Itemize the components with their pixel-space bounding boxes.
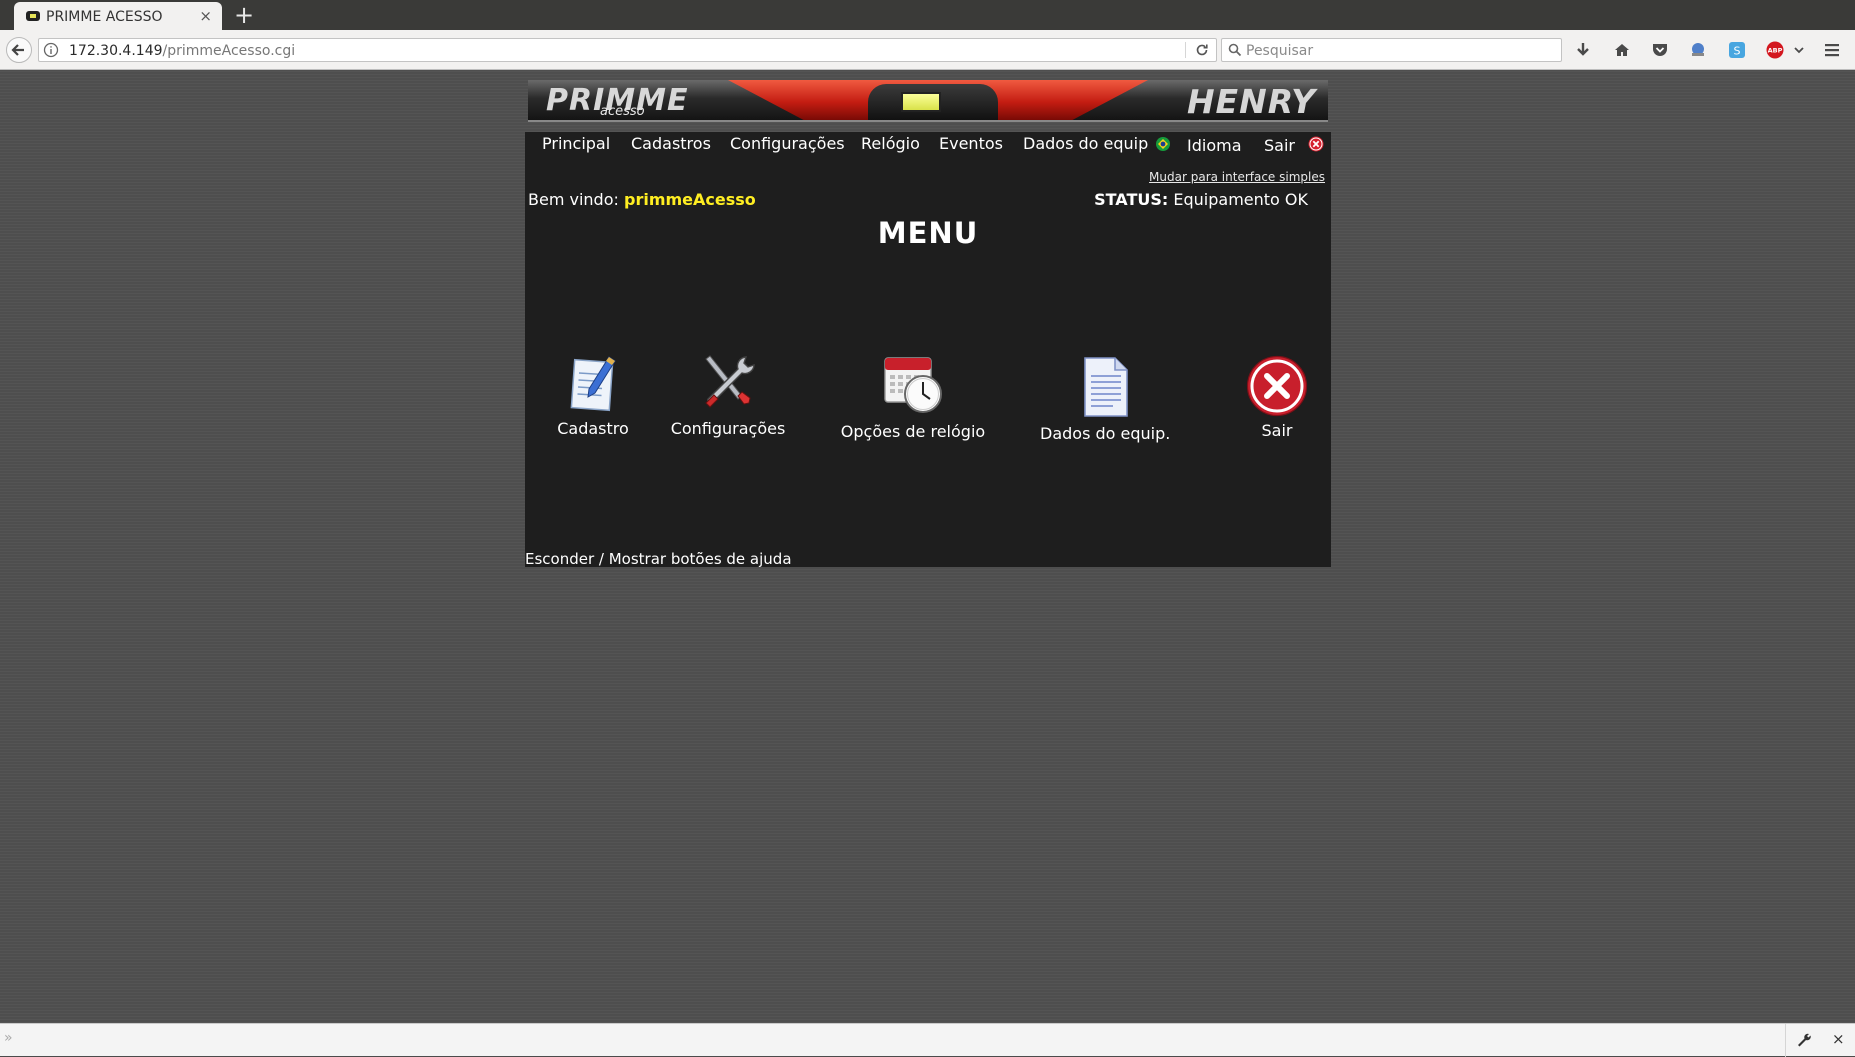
acesso-logo-subtitle: acesso: [600, 104, 645, 119]
search-bar[interactable]: Pesquisar: [1221, 38, 1562, 62]
help-toggle-link[interactable]: Esconder / Mostrar botões de ajuda: [525, 550, 792, 568]
main-panel: Principal Cadastros Configurações Relógi…: [525, 132, 1331, 568]
double-chevron-icon[interactable]: »: [4, 1030, 13, 1046]
pocket-icon[interactable]: [1650, 40, 1670, 60]
menu-configuracoes[interactable]: Configurações: [658, 353, 798, 438]
chevron-down-icon[interactable]: [1789, 40, 1809, 60]
tab-close-icon[interactable]: ×: [199, 7, 212, 25]
search-icon: [1228, 43, 1242, 57]
simple-interface-link[interactable]: Mudar para interface simples: [1149, 170, 1325, 184]
extension-icon[interactable]: [1688, 40, 1708, 60]
calendar-clock-icon: [884, 357, 942, 413]
hamburger-menu-icon[interactable]: [1822, 40, 1842, 60]
back-button[interactable]: [6, 37, 32, 63]
menu-dados-equip-label: Dados do equip.: [1040, 424, 1171, 443]
browser-tab-bar: PRIMME ACESSO × +: [0, 0, 1855, 30]
site-favicon-icon: [26, 11, 40, 21]
nav-relogio[interactable]: Relógio: [861, 134, 920, 153]
device-screen: [901, 92, 941, 112]
welcome-message: Bem vindo: primmeAcesso: [528, 190, 756, 209]
url-text: 172.30.4.149/primmeAcesso.cgi: [69, 43, 295, 59]
url-host: 172.30.4.149: [69, 43, 163, 59]
welcome-label: Bem vindo:: [528, 190, 619, 209]
brazil-flag-icon[interactable]: [1155, 136, 1171, 152]
skype-icon[interactable]: S: [1727, 40, 1747, 60]
menu-cadastro[interactable]: Cadastro: [538, 353, 648, 438]
status-indicator: STATUS: Equipamento OK: [1094, 190, 1308, 209]
nav-dados-do-equip[interactable]: Dados do equip: [1023, 134, 1148, 153]
wrench-icon[interactable]: [1796, 1032, 1812, 1048]
back-arrow-icon: [11, 44, 24, 56]
status-value: Equipamento OK: [1173, 190, 1308, 209]
menu-sair[interactable]: Sair: [1237, 355, 1317, 440]
tab-title: PRIMME ACESSO: [46, 9, 163, 25]
download-icon[interactable]: [1573, 40, 1593, 60]
document-icon: [1084, 357, 1128, 417]
new-tab-button[interactable]: +: [234, 1, 254, 29]
addon-bar-separator: [1785, 1024, 1786, 1057]
menu-configuracoes-label: Configurações: [670, 419, 786, 438]
nav-cadastros[interactable]: Cadastros: [631, 134, 711, 153]
menu-dados-equip[interactable]: Dados do equip.: [1040, 356, 1170, 443]
nav-principal[interactable]: Principal: [542, 134, 610, 153]
menu-sair-label: Sair: [1261, 421, 1293, 440]
header-banner: PRIMME acesso HENRY: [528, 80, 1328, 122]
menu-opcoes-relogio-label: Opções de relógio: [840, 422, 986, 441]
menu-opcoes-relogio[interactable]: Opções de relógio: [838, 350, 988, 441]
page-title: MENU: [877, 216, 979, 250]
nav-sair[interactable]: Sair: [1264, 136, 1295, 155]
addon-bar: » ×: [0, 1023, 1855, 1057]
browser-tab[interactable]: PRIMME ACESSO ×: [14, 2, 222, 30]
welcome-user: primmeAcesso: [623, 190, 756, 209]
henry-logo: HENRY: [1186, 82, 1316, 121]
addon-bar-close-icon[interactable]: ×: [1832, 1030, 1845, 1048]
status-label: STATUS:: [1094, 190, 1169, 209]
home-icon[interactable]: [1612, 40, 1632, 60]
nav-eventos[interactable]: Eventos: [939, 134, 1003, 153]
edit-document-icon: [570, 356, 616, 412]
nav-configuracoes[interactable]: Configurações: [730, 134, 845, 153]
info-icon[interactable]: [43, 42, 59, 58]
reload-icon[interactable]: [1194, 42, 1210, 58]
tools-icon: [705, 355, 755, 408]
exit-icon: [1246, 355, 1308, 417]
browser-nav-bar: 172.30.4.149/primmeAcesso.cgi Pesquisar …: [0, 30, 1855, 70]
adblock-label: ABP: [1768, 47, 1783, 55]
adblock-icon[interactable]: ABP: [1765, 40, 1785, 60]
address-bar[interactable]: 172.30.4.149/primmeAcesso.cgi: [38, 38, 1217, 62]
close-circle-icon[interactable]: [1308, 136, 1324, 152]
url-path: /primmeAcesso.cgi: [162, 43, 296, 59]
svg-text:S: S: [1734, 45, 1741, 58]
menu-cadastro-label: Cadastro: [557, 419, 629, 438]
nav-idioma[interactable]: Idioma: [1187, 136, 1242, 155]
search-input[interactable]: Pesquisar: [1246, 43, 1313, 59]
url-separator: [1185, 42, 1186, 58]
